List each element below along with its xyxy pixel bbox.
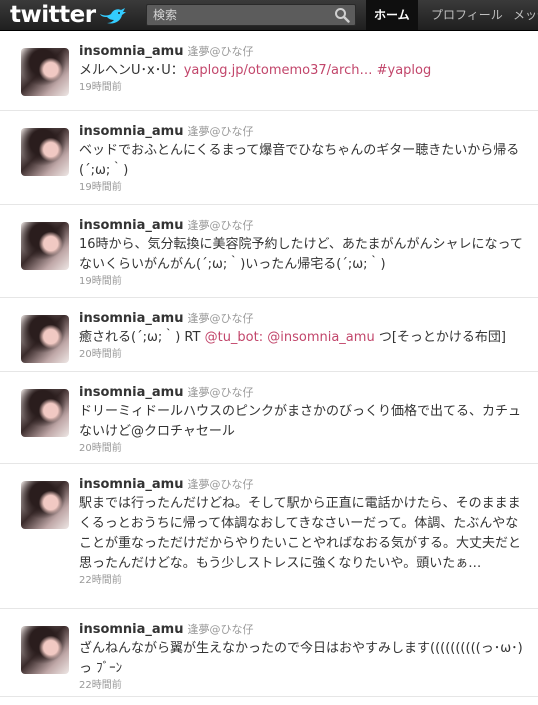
screen-name-link[interactable]: insomnia_amu — [79, 477, 183, 492]
full-name: 逢夢@ひな仔 — [187, 386, 254, 399]
screen-name-link[interactable]: insomnia_amu — [79, 44, 183, 59]
avatar[interactable] — [21, 48, 69, 96]
tweet-text: 駅までは行ったんだけどね。そして駅から正直に電話かけたら、そのまままくるっとおう… — [79, 494, 529, 574]
tweet-text: メルヘンU･x･U：yaplog.jp/otomemo37/arch… #yap… — [79, 61, 529, 81]
screen-name-link[interactable]: insomnia_amu — [79, 622, 183, 637]
tweet-timestamp[interactable]: 20時間前 — [79, 442, 529, 455]
tweet-text: ベッドでおふとんにくるまって爆音でひなちゃんのギター聴きたいから帰る(´;ω;｀… — [79, 141, 529, 181]
avatar[interactable] — [21, 626, 69, 674]
tweet-item[interactable]: insomnia_amu 逢夢@ひな仔ドリーミィドールハウスのピンクがまさかのびっ… — [0, 372, 538, 464]
tweet-timestamp[interactable]: 19時間前 — [79, 181, 529, 194]
tweet-item[interactable]: insomnia_amu 逢夢@ひな仔癒される(´;ω;｀) RT @tu_bot… — [0, 298, 538, 372]
avatar[interactable] — [21, 389, 69, 437]
timeline: insomnia_amu 逢夢@ひな仔 メルヘンU･x･U：yaplog.jp/ot… — [0, 31, 538, 697]
full-name: 逢夢@ひな仔 — [187, 478, 254, 491]
full-name: 逢夢@ひな仔 — [187, 45, 254, 58]
search-icon[interactable] — [334, 7, 350, 23]
tweet-item[interactable]: insomnia_amu 逢夢@ひな仔駅までは行ったんだけどね。そして駅から正直に… — [0, 464, 538, 609]
tweet-text-segment: メルヘンU･x･U： — [79, 63, 184, 78]
search-box[interactable] — [146, 4, 356, 26]
tweet-content: insomnia_amu 逢夢@ひな仔ドリーミィドールハウスのピンクがまさかのびっ… — [79, 384, 529, 455]
full-name: 逢夢@ひな仔 — [187, 219, 254, 232]
tweet-author: insomnia_amu 逢夢@ひな仔 — [79, 476, 529, 494]
tweet-item[interactable]: insomnia_amu 逢夢@ひな仔ざんねんながら翼が生えなかったので今日はおや… — [0, 609, 538, 697]
tweet-content: insomnia_amu 逢夢@ひな仔ベッドでおふとんにくるまって爆音でひなちゃん… — [79, 123, 529, 194]
tweet-timestamp[interactable]: 19時間前 — [79, 275, 529, 288]
full-name: 逢夢@ひな仔 — [187, 312, 254, 325]
avatar[interactable] — [21, 222, 69, 270]
bird-icon — [100, 8, 126, 24]
tweet-link[interactable]: #yaplog — [377, 63, 432, 78]
tweet-text-segment: ざんねんながら翼が生えなかったので今日はおやすみします((((((((((っ･ω… — [79, 641, 523, 676]
tweet-timestamp[interactable]: 22時間前 — [79, 574, 529, 587]
tweet-author: insomnia_amu 逢夢@ひな仔 — [79, 123, 529, 141]
tweet-link[interactable]: @tu_bot — [205, 330, 259, 345]
tweet-text: ドリーミィドールハウスのピンクがまさかのびっくり価格で出てる、カチュないけど@ク… — [79, 402, 529, 442]
screen-name-link[interactable]: insomnia_amu — [79, 311, 183, 326]
tweet-item[interactable]: insomnia_amu 逢夢@ひな仔 16時から、気分転換に美容院予約したけど、あ… — [0, 205, 538, 298]
tweet-text-segment: ドリーミィドールハウスのピンクがまさかのびっくり価格で出てる、カチュないけど@ク… — [79, 404, 522, 439]
avatar[interactable] — [21, 481, 69, 529]
tweet-content: insomnia_amu 逢夢@ひな仔 16時から、気分転換に美容院予約したけど、あ… — [79, 217, 529, 288]
tweet-text-segment: 癒される(´;ω;｀) RT — [79, 330, 205, 345]
tweet-text: ざんねんながら翼が生えなかったので今日はおやすみします((((((((((っ･ω… — [79, 639, 529, 679]
tweet-text-segment: 駅までは行ったんだけどね。そして駅から正直に電話かけたら、そのまままくるっとおう… — [79, 496, 522, 571]
tweet-link[interactable]: @insomnia_amu — [267, 330, 374, 345]
tweet-timestamp[interactable]: 19時間前 — [79, 81, 529, 94]
tweet-timestamp[interactable]: 22時間前 — [79, 679, 529, 692]
tweet-author: insomnia_amu 逢夢@ひな仔 — [79, 217, 529, 235]
tweet-timestamp[interactable]: 20時間前 — [79, 348, 529, 361]
tweet-item[interactable]: insomnia_amu 逢夢@ひな仔ベッドでおふとんにくるまって爆音でひなちゃん… — [0, 111, 538, 205]
nav-home[interactable]: ホーム — [366, 0, 418, 30]
tweet-author: insomnia_amu 逢夢@ひな仔 — [79, 621, 529, 639]
tweet-author: insomnia_amu 逢夢@ひな仔 — [79, 43, 529, 61]
screen-name-link[interactable]: insomnia_amu — [79, 218, 183, 233]
tweet-item[interactable]: insomnia_amu 逢夢@ひな仔 メルヘンU･x･U：yaplog.jp/ot… — [0, 31, 538, 111]
top-bar: twitter ホーム プロフィール メッセ — [0, 0, 538, 31]
twitter-logo[interactable]: twitter — [10, 2, 96, 28]
avatar[interactable] — [21, 315, 69, 363]
full-name: 逢夢@ひな仔 — [187, 623, 254, 636]
full-name: 逢夢@ひな仔 — [187, 125, 254, 138]
tweet-text-segment: 16時から、気分転換に美容院予約したけど、あたまがんがんシャレになってないくらい… — [79, 237, 523, 272]
tweet-author: insomnia_amu 逢夢@ひな仔 — [79, 384, 529, 402]
tweet-link[interactable]: yaplog.jp/otomemo37/arch… — [184, 63, 373, 78]
screen-name-link[interactable]: insomnia_amu — [79, 385, 183, 400]
tweet-content: insomnia_amu 逢夢@ひな仔ざんねんながら翼が生えなかったので今日はおや… — [79, 621, 529, 692]
tweet-text: 16時から、気分転換に美容院予約したけど、あたまがんがんシャレになってないくらい… — [79, 235, 529, 275]
screen-name-link[interactable]: insomnia_amu — [79, 124, 183, 139]
tweet-content: insomnia_amu 逢夢@ひな仔駅までは行ったんだけどね。そして駅から正直に… — [79, 476, 529, 587]
tweet-text-segment: つ[そっとかける布団] — [374, 330, 506, 345]
tweet-content: insomnia_amu 逢夢@ひな仔癒される(´;ω;｀) RT @tu_bot… — [79, 310, 529, 361]
search-input[interactable] — [147, 5, 339, 25]
tweet-text: 癒される(´;ω;｀) RT @tu_bot: @insomnia_amu つ[… — [79, 328, 529, 348]
nav-profile[interactable]: プロフィール — [423, 0, 511, 30]
tweet-link[interactable]: : — [259, 330, 268, 345]
tweet-author: insomnia_amu 逢夢@ひな仔 — [79, 310, 529, 328]
nav-messages[interactable]: メッセ — [505, 0, 538, 30]
avatar[interactable] — [21, 128, 69, 176]
tweet-text-segment: ベッドでおふとんにくるまって爆音でひなちゃんのギター聴きたいから帰る(´;ω;｀… — [79, 143, 520, 178]
tweet-content: insomnia_amu 逢夢@ひな仔 メルヘンU･x･U：yaplog.jp/ot… — [79, 43, 529, 94]
